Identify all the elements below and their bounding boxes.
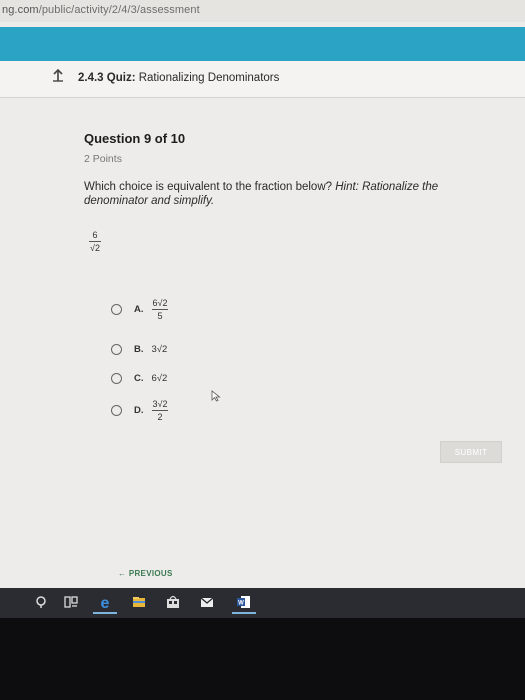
option-c[interactable]: C. 6√2: [111, 367, 167, 389]
arrow-left-icon: ←: [118, 569, 127, 578]
question-text: Which choice is equivalent to the fracti…: [84, 181, 439, 207]
back-arrow-icon[interactable]: [52, 68, 64, 82]
browser-screen: ng.com/public/activity/2/4/3/assessment …: [0, 0, 525, 588]
file-explorer-icon[interactable]: [130, 593, 148, 611]
store-icon[interactable]: [164, 593, 182, 611]
radio-b[interactable]: [111, 343, 122, 355]
mail-icon[interactable]: [198, 593, 216, 611]
word-icon[interactable]: W: [235, 593, 253, 611]
option-b[interactable]: B. 3√2: [111, 338, 167, 360]
radio-c[interactable]: [111, 372, 122, 384]
question-fraction: 6 √2: [89, 230, 101, 253]
radio-a[interactable]: [111, 303, 122, 315]
mouse-cursor-icon: [211, 390, 221, 402]
edge-active-indicator: [93, 612, 117, 614]
submit-button[interactable]: SUBMIT: [440, 441, 502, 463]
option-a-fraction: 6√2 5: [151, 297, 169, 321]
url-text: ng.com/public/activity/2/4/3/assessment: [2, 4, 200, 16]
question-points: 2 Points: [84, 153, 122, 165]
task-view-icon[interactable]: [62, 593, 80, 611]
quiz-title: 2.4.3 Quiz: Rationalizing Denominators: [78, 72, 280, 84]
previous-link[interactable]: ← PREVIOUS: [118, 569, 173, 578]
word-active-indicator: [232, 612, 256, 614]
svg-text:W: W: [238, 601, 244, 607]
radio-d[interactable]: [111, 404, 122, 416]
edge-icon[interactable]: e: [96, 593, 114, 611]
option-d-fraction: 3√2 2: [151, 398, 169, 422]
option-d[interactable]: D. 3√2 2: [111, 398, 169, 422]
site-banner: [0, 27, 525, 61]
question-title: Question 9 of 10: [84, 131, 186, 146]
search-icon[interactable]: [33, 593, 51, 611]
option-a[interactable]: A. 6√2 5: [111, 297, 169, 321]
address-bar[interactable]: ng.com/public/activity/2/4/3/assessment: [0, 0, 525, 22]
svg-text:e: e: [101, 595, 110, 611]
